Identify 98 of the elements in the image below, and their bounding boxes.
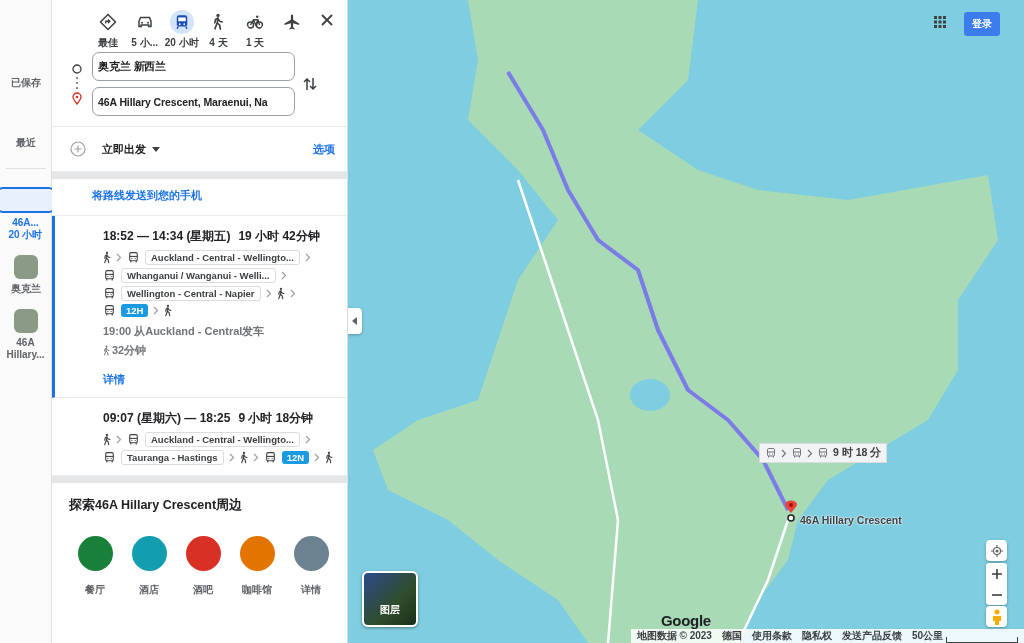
origin-circle-icon (72, 63, 82, 74)
chevron-icon (304, 253, 311, 262)
walking-icon (103, 433, 111, 446)
caret-icon (152, 146, 160, 152)
line-badge: 12N (281, 451, 310, 464)
crosshair-icon (990, 544, 1003, 557)
train-icon (169, 10, 194, 34)
chevron-icon (153, 306, 160, 315)
apps-grid-icon[interactable] (934, 16, 946, 28)
zoom-in-button[interactable] (986, 563, 1007, 584)
travel-mode-tab[interactable]: 最佳 (94, 10, 122, 50)
collapse-panel-button[interactable] (348, 308, 362, 334)
close-icon (320, 13, 334, 27)
footer-link[interactable]: 发送产品反馈 (841, 629, 902, 643)
line-chip: Tauranga - Hastings (121, 450, 224, 465)
walking-icon (325, 451, 334, 464)
bus-icon (765, 447, 777, 459)
category-button[interactable]: 详情 (291, 536, 331, 597)
destination-label: 46A Hillary Crescent (800, 514, 902, 526)
chevron-icon (252, 453, 259, 462)
layers-button[interactable]: 图层 (362, 571, 418, 627)
my-location-button[interactable] (986, 540, 1007, 561)
line-chip: Wellington - Central - Napier (121, 286, 261, 301)
walking-icon (276, 287, 285, 300)
rail-link[interactable]: 已保存 (10, 76, 41, 90)
plus-icon (991, 568, 1002, 579)
route-thumbnail (0, 187, 55, 213)
category-button[interactable]: 酒店 (129, 536, 169, 597)
photo-placeholder (13, 309, 38, 333)
walking-icon (164, 304, 173, 317)
category-button[interactable]: 餐厅 (75, 536, 115, 597)
recent-item[interactable]: 奥克兰 (0, 255, 51, 295)
explore-heading: 探索46A Hillary Crescent周边 (69, 497, 244, 514)
plus-circle-icon (70, 141, 86, 157)
line-chip: Auckland - Central - Wellingto... (145, 432, 300, 447)
route-times: 09:07 (星期六) — 18:25 (103, 410, 231, 427)
line-chip: Whanganui / Wanganui - Welli... (121, 268, 276, 283)
bus-icon (791, 447, 803, 459)
route-duration-label[interactable]: 9 时 18 分 (759, 443, 888, 463)
route-diamond-icon (98, 13, 117, 31)
chevron-icon (228, 453, 235, 462)
recent-item[interactable]: 46A Hillary... (0, 309, 51, 361)
walking-icon (239, 451, 248, 464)
destination-field[interactable]: 46A Hillary Crescent, Maraenui, Na (92, 87, 295, 116)
sign-in-button[interactable]: 登录 (964, 12, 1000, 36)
google-logo: Google (661, 612, 711, 629)
options-link[interactable]: 选项 (313, 141, 335, 157)
travel-mode-tab[interactable]: 4 天 (204, 10, 233, 50)
bus-icon (127, 251, 140, 264)
depart-time-dropdown[interactable]: 立即出发 (102, 141, 160, 157)
pegman-icon (991, 608, 1002, 625)
travel-mode-tab[interactable]: 1 天 (241, 10, 270, 50)
bus-icon (103, 287, 116, 300)
category-button[interactable]: 咖啡馆 (237, 536, 277, 597)
footer-link[interactable]: 德国 (721, 629, 742, 643)
swap-arrows-icon (303, 76, 317, 92)
walking-icon (103, 345, 110, 356)
bus-icon (103, 269, 116, 282)
category-button[interactable]: 酒吧 (183, 536, 223, 597)
route-duration: 9 小时 18分钟 (238, 410, 314, 427)
swap-button[interactable] (303, 76, 317, 92)
map-data-text: 地图数据 © 2023 (636, 629, 712, 643)
line-chip: Auckland - Central - Wellingto... (145, 250, 300, 265)
photo-placeholder (13, 255, 38, 279)
chevron-icon (807, 448, 813, 458)
route-times: 18:52 — 14:34 (星期五) (103, 228, 231, 245)
origin-field[interactable]: 奥克兰 新西兰 (92, 52, 295, 81)
bus-icon (103, 451, 116, 464)
bus-icon (103, 304, 116, 317)
bus-icon (127, 433, 140, 446)
chevron-icon (116, 435, 122, 444)
footer-link[interactable]: 隐私权 (801, 629, 832, 643)
walk-duration: 32分钟 (112, 343, 147, 358)
departure-text: 19:00 从Auckland - Central发车 (103, 324, 266, 339)
scale-bar (946, 637, 1018, 643)
location-pin-icon (72, 91, 82, 105)
recent-item[interactable]: 46A... 20 小时 (0, 187, 51, 241)
destination-pin-icon (784, 500, 798, 522)
minus-icon (991, 593, 1002, 596)
chevron-icon (781, 448, 787, 458)
bicycle-icon (246, 13, 265, 31)
footer-link[interactable]: 使用条款 (751, 629, 792, 643)
left-triangle-icon (352, 317, 358, 325)
walking-icon (212, 13, 225, 31)
zoom-out-button[interactable] (986, 584, 1007, 605)
airplane-icon (283, 13, 302, 31)
details-link[interactable]: 详情 (103, 372, 125, 387)
route-duration: 19 小时 42分钟 (238, 228, 320, 245)
bus-icon (817, 447, 829, 459)
bus-icon (263, 451, 277, 464)
scale-text: 50公里 (911, 629, 943, 643)
line-badge: 12H (121, 304, 149, 317)
chevron-icon (116, 253, 122, 262)
send-to-phone-link[interactable]: 将路线发送到您的手机 (92, 189, 202, 201)
add-stop-button[interactable] (70, 141, 86, 157)
travel-mode-tab[interactable]: 5 小... (130, 10, 159, 50)
rail-link[interactable]: 最近 (15, 136, 36, 150)
walking-icon (103, 251, 111, 264)
